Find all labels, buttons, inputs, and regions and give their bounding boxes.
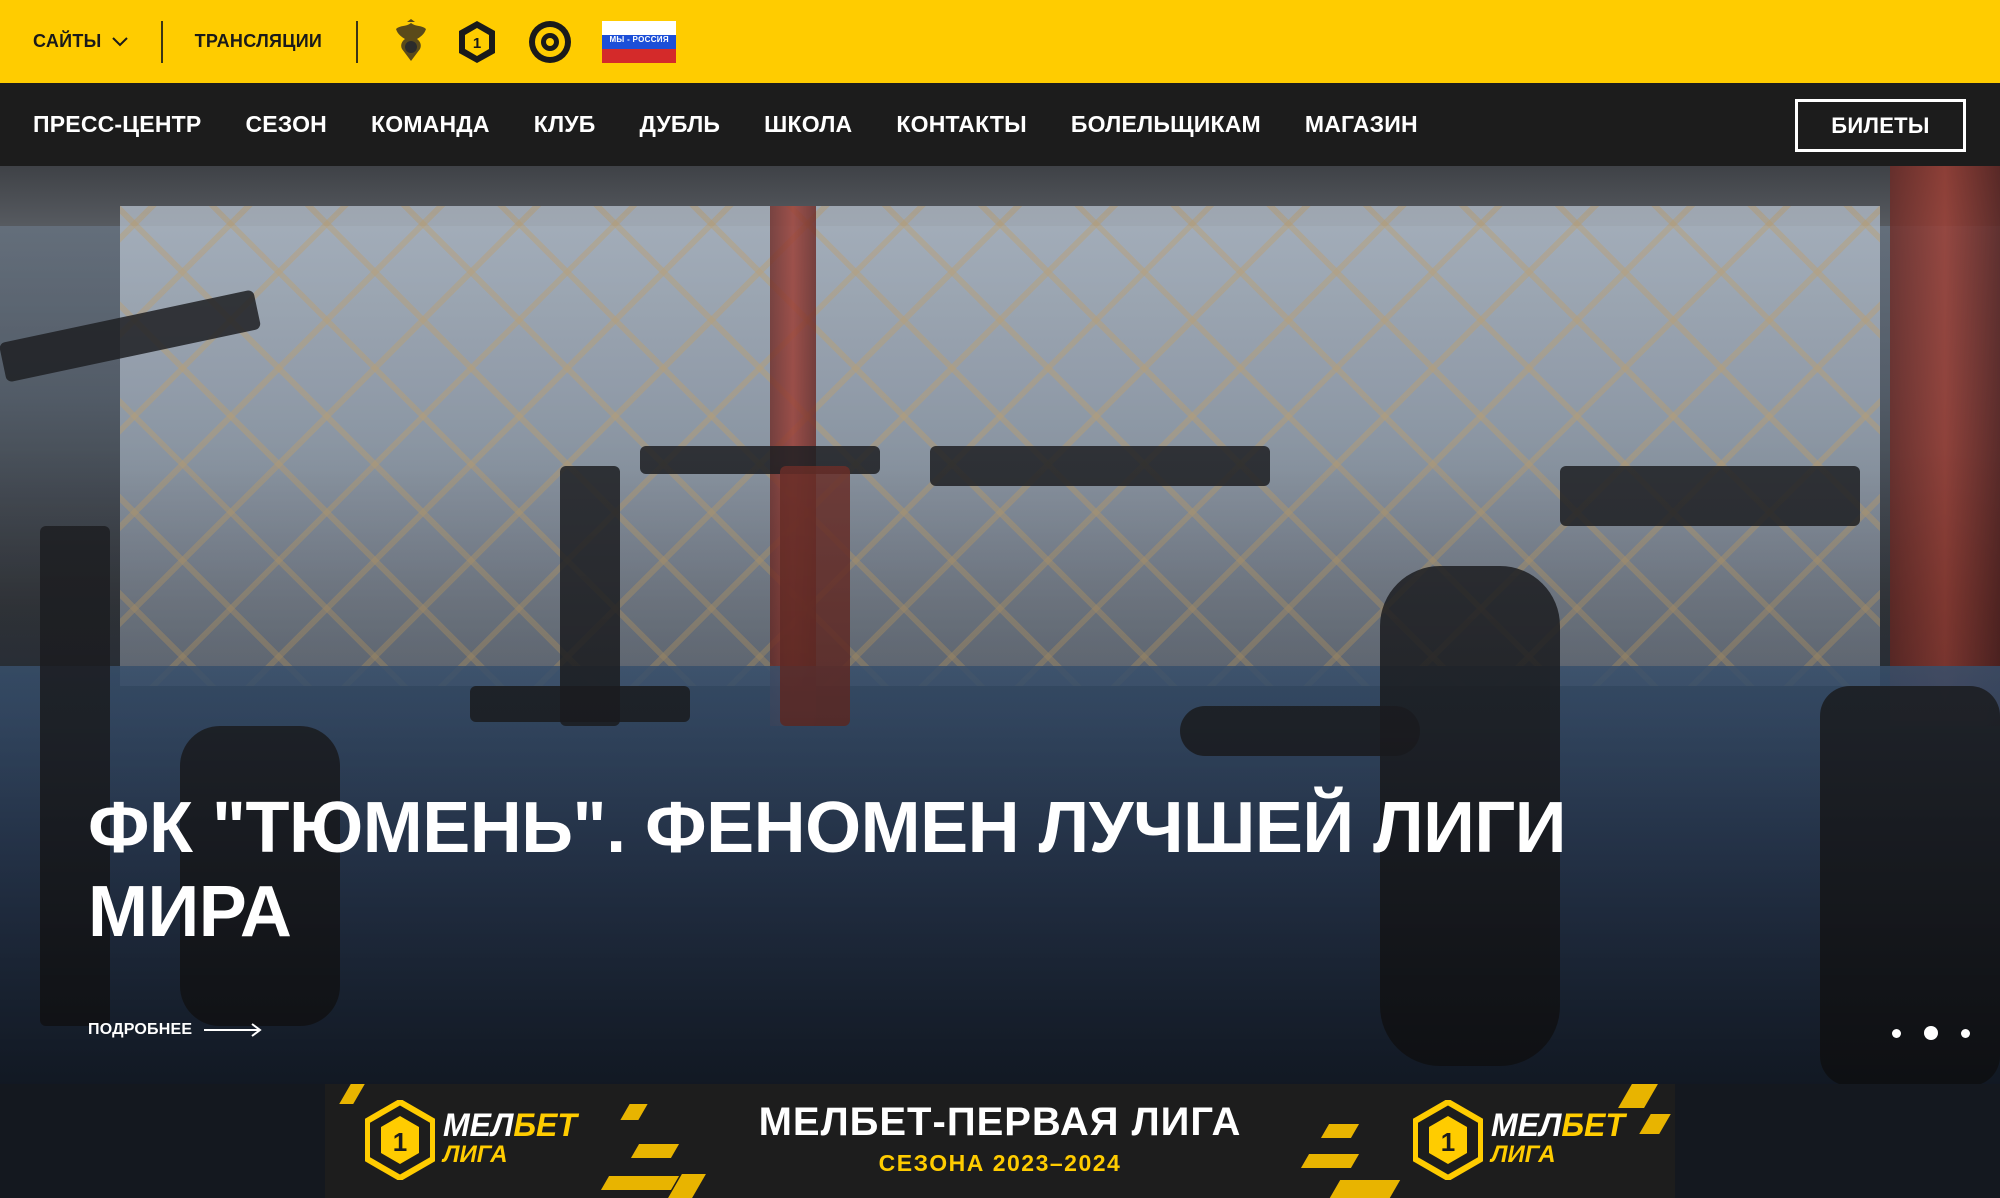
nav-item-reserve[interactable]: ДУБЛЬ <box>640 111 721 138</box>
hero-slider: ФК "ТЮМЕНЬ". ФЕНОМЕН ЛУЧШЕЙ ЛИГИ МИРА ПО… <box>0 166 2000 1084</box>
more-link[interactable]: ПОДРОБНЕЕ <box>88 1021 262 1039</box>
banner-strip: 1 МЕЛБЕТ ЛИГА МЕЛБЕТ-ПЕРВАЯ ЛИГА СЕЗОНА … <box>0 1084 2000 1198</box>
nav-item-contacts[interactable]: КОНТАКТЫ <box>896 111 1027 138</box>
first-league-logo-icon: 1 <box>1413 1100 1483 1180</box>
nav-items: ПРЕСС-ЦЕНТР СЕЗОН КОМАНДА КЛУБ ДУБЛЬ ШКО… <box>33 111 1462 138</box>
nav-item-press-center[interactable]: ПРЕСС-ЦЕНТР <box>33 111 201 138</box>
sites-dropdown[interactable]: САЙТЫ <box>33 31 128 52</box>
svg-text:1: 1 <box>473 35 481 52</box>
chevron-down-icon <box>111 36 128 46</box>
brand-sub: ЛИГА <box>1491 1141 1556 1168</box>
russia-flag-icon[interactable]: МЫ - РОССИЯ <box>602 20 677 63</box>
rfs-emblem-icon[interactable] <box>390 18 432 65</box>
nav-item-team[interactable]: КОМАНДА <box>371 111 490 138</box>
divider <box>356 20 359 63</box>
league-logo-right: 1 МЕЛБЕТ ЛИГА <box>1413 1100 1625 1180</box>
brand-word-white: МЕЛ <box>1491 1107 1562 1143</box>
hero-title[interactable]: ФК "ТЮМЕНЬ". ФЕНОМЕН ЛУЧШЕЙ ЛИГИ МИРА <box>88 786 1588 954</box>
slider-dots <box>1869 1026 1970 1040</box>
slider-dot[interactable] <box>1892 1028 1901 1038</box>
slider-dot-active[interactable] <box>1924 1026 1938 1040</box>
more-label: ПОДРОБНЕЕ <box>88 1021 193 1038</box>
nav-item-season[interactable]: СЕЗОН <box>245 111 327 138</box>
brand-word-yellow: БЕТ <box>1561 1107 1625 1143</box>
nav-item-fans[interactable]: БОЛЕЛЬЩИКАМ <box>1071 111 1261 138</box>
arrow-right-icon <box>204 1023 262 1037</box>
divider <box>160 20 163 63</box>
svg-text:1: 1 <box>1441 1127 1455 1157</box>
top-bar: САЙТЫ ТРАНСЛЯЦИИ 1 МЫ - РОССИЯ <box>0 0 2000 83</box>
nav-item-shop[interactable]: МАГАЗИН <box>1305 111 1418 138</box>
sites-label: САЙТЫ <box>33 31 102 51</box>
club-crest-icon[interactable] <box>528 20 572 64</box>
first-league-logo-icon[interactable]: 1 <box>456 19 498 65</box>
slider-dot[interactable] <box>1961 1028 1970 1038</box>
flag-label: МЫ - РОССИЯ <box>609 34 669 44</box>
broadcasts-link[interactable]: ТРАНСЛЯЦИИ <box>195 31 323 52</box>
league-banner[interactable]: 1 МЕЛБЕТ ЛИГА МЕЛБЕТ-ПЕРВАЯ ЛИГА СЕЗОНА … <box>325 1084 1675 1198</box>
nav-item-club[interactable]: КЛУБ <box>534 111 596 138</box>
nav-item-school[interactable]: ШКОЛА <box>764 111 852 138</box>
tickets-button[interactable]: БИЛЕТЫ <box>1795 99 1966 152</box>
main-nav: ПРЕСС-ЦЕНТР СЕЗОН КОМАНДА КЛУБ ДУБЛЬ ШКО… <box>0 83 2000 166</box>
